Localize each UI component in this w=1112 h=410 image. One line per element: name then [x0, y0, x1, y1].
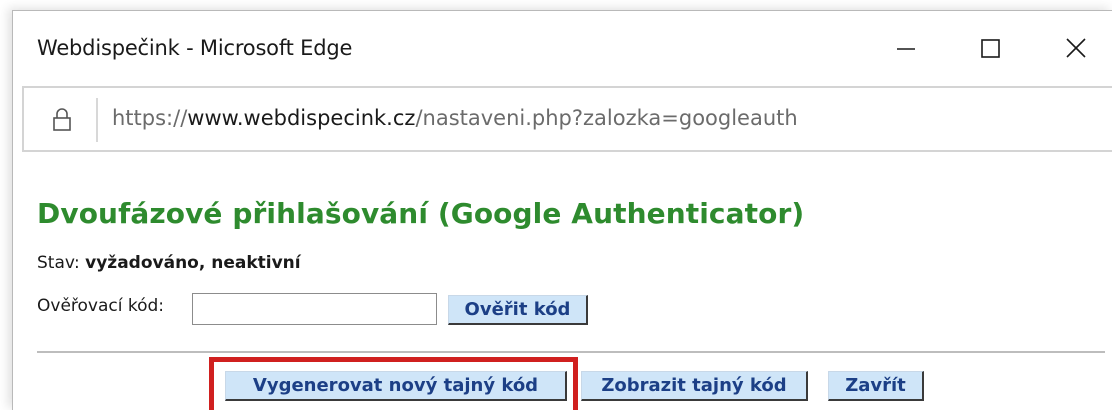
page-content: Dvoufázové přihlašování (Google Authenti… [13, 153, 1112, 410]
url-text[interactable]: https://www.webdispecink.cz/nastaveni.ph… [112, 106, 798, 130]
code-label: Ověřovací kód: [37, 296, 165, 316]
maximize-button[interactable] [963, 25, 1017, 71]
generate-secret-button[interactable]: Vygenerovat nový tajný kód [225, 371, 567, 401]
address-bar[interactable]: https://www.webdispecink.cz/nastaveni.ph… [22, 86, 1112, 152]
close-window-button[interactable] [1049, 25, 1103, 71]
browser-popup-window: Webdispečink - Microsoft Edge https://ww… [12, 10, 1112, 410]
minimize-icon [897, 48, 915, 50]
window-title: Webdispečink - Microsoft Edge [37, 36, 353, 60]
close-icon [1066, 38, 1086, 58]
minimize-button[interactable] [879, 25, 933, 71]
close-button[interactable]: Zavřít [828, 371, 924, 401]
status-line: Stav: vyžadováno, neaktivní [37, 253, 301, 273]
divider [37, 351, 1105, 353]
address-divider [96, 98, 98, 142]
url-path: /nastaveni.php?zalozka=googleauth [415, 106, 798, 130]
maximize-icon [981, 39, 1000, 58]
show-secret-button[interactable]: Zobrazit tajný kód [581, 371, 808, 401]
verification-code-input[interactable] [192, 293, 437, 325]
title-bar: Webdispečink - Microsoft Edge [13, 11, 1112, 85]
verify-code-button[interactable]: Ověřit kód [448, 295, 588, 325]
status-value: vyžadováno, neaktivní [85, 253, 301, 273]
url-scheme: https:// [112, 106, 188, 130]
url-host: www.webdispecink.cz [187, 106, 416, 130]
status-label: Stav: [37, 253, 86, 273]
page-title: Dvoufázové přihlašování (Google Authenti… [37, 197, 805, 230]
lock-icon [53, 108, 71, 131]
